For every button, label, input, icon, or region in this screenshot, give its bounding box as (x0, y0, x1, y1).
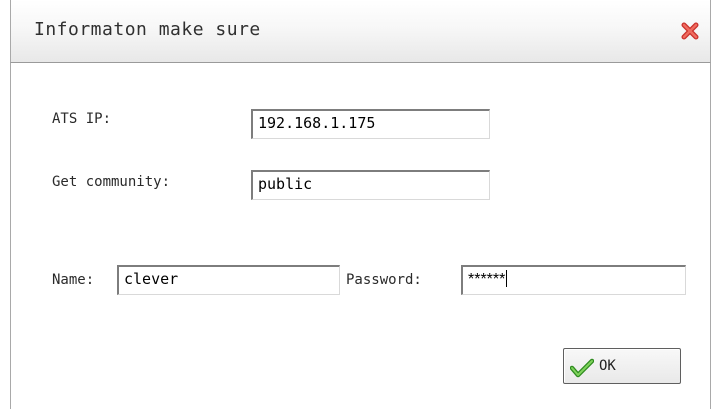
ok-button[interactable]: OK (563, 348, 681, 384)
ok-button-label: OK (599, 358, 616, 374)
ats-ip-input[interactable]: 192.168.1.175 (251, 109, 490, 139)
dialog-title: Informaton make sure (34, 19, 261, 40)
password-input[interactable]: ****** (461, 265, 686, 295)
checkmark-icon (570, 358, 594, 378)
text-caret (506, 270, 508, 287)
community-label: Get community: (52, 174, 171, 190)
close-icon (681, 22, 699, 40)
title-bar[interactable]: Informaton make sure (10, 0, 711, 63)
ats-ip-label: ATS IP: (52, 111, 112, 127)
name-input[interactable]: clever (117, 265, 340, 295)
close-button[interactable] (680, 21, 700, 41)
password-value: ****** (468, 271, 506, 288)
information-dialog: Informaton make sure ATS IP: 192.168.1.1… (0, 0, 713, 409)
name-label: Name: (52, 272, 95, 288)
community-input[interactable]: public (251, 170, 490, 200)
password-label: Password: (346, 272, 422, 288)
